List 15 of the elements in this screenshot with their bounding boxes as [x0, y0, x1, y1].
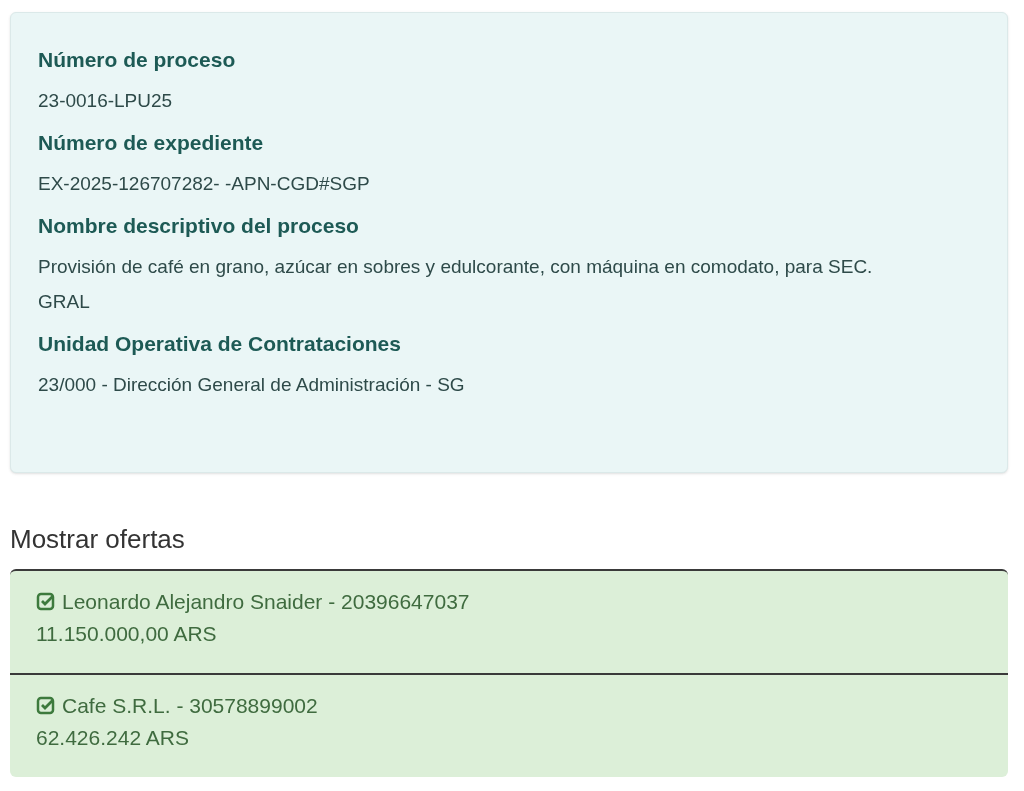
field-value: EX-2025-126707282- -APN-CGD#SGP [38, 172, 371, 196]
checkbox-icon[interactable] [36, 696, 56, 716]
offer-name: Leonardo Alejandro Snaider - 20396647037 [62, 589, 470, 615]
field-label: Número de proceso [38, 47, 237, 73]
field-value: 23/000 - Dirección General de Administración - SG [38, 373, 466, 397]
offer-amount: 62.426.242 ARS [36, 725, 190, 751]
field-label: Número de expediente [38, 130, 265, 156]
section-heading: Mostrar ofertas [10, 523, 186, 555]
field-label: Unidad Operativa de Contrataciones [38, 331, 402, 357]
field-value: 23-0016-LPU25 [38, 89, 174, 113]
offer-amount: 11.150.000,00 ARS [36, 621, 218, 647]
field-label: Nombre descriptivo del proceso [38, 213, 360, 239]
field-value: Provisión de café en grano, azúcar en sobres y edulcorante, con máquina en comodato, para SEC. GRAL [38, 255, 874, 314]
offer-name: Cafe S.R.L. - 30578899002 [62, 693, 318, 719]
checkbox-icon[interactable] [36, 592, 56, 612]
